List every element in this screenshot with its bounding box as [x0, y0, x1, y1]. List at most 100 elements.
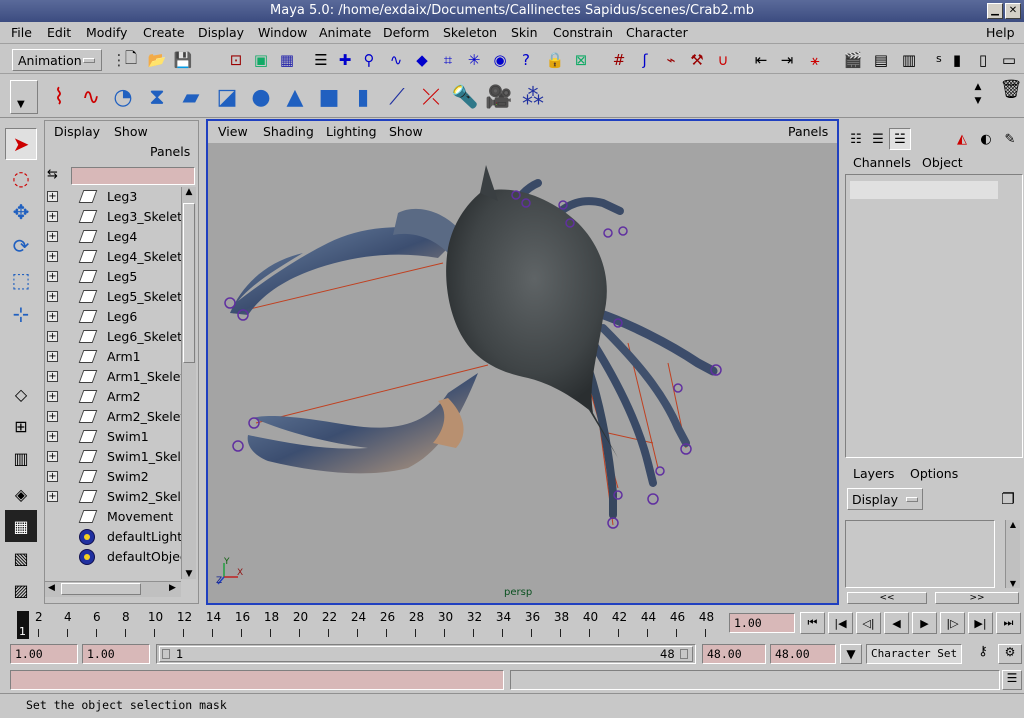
ipr-render-icon[interactable]: ▤ — [870, 49, 892, 71]
auto-key-icon[interactable]: ⚷ — [970, 644, 996, 664]
move-tool-icon[interactable]: ✥ — [5, 196, 37, 228]
animation-start-field[interactable]: 1.00 — [10, 644, 78, 664]
shelf-joint-tool-icon[interactable]: ⟋ — [382, 82, 412, 112]
perspective-viewport[interactable]: View Shading Lighting Show Panels Y X Z … — [206, 119, 839, 605]
viewport-menu-lighting[interactable]: Lighting — [326, 124, 377, 139]
shelf-revolve-icon[interactable]: ⧗ — [142, 82, 172, 112]
step-back-frame-button[interactable]: ◁| — [856, 612, 881, 634]
persp-hypershade-layout-icon[interactable]: ▧ — [5, 542, 37, 574]
open-scene-icon[interactable]: 📂 — [146, 49, 168, 71]
render-globals-icon[interactable]: ▥ — [898, 49, 920, 71]
snap-point-icon[interactable]: ⌁ — [660, 49, 682, 71]
step-back-key-button[interactable]: |◀ — [828, 612, 853, 634]
new-layer-icon[interactable]: ❐ — [997, 488, 1019, 510]
shelf-planar-icon[interactable]: ◪ — [212, 82, 242, 112]
scroll-down-icon[interactable]: ▼ — [182, 569, 196, 579]
list-item[interactable]: Movement — [45, 507, 181, 527]
outliner-menu-display[interactable]: Display — [54, 124, 100, 139]
range-slider-track[interactable]: 1 48 — [156, 644, 696, 664]
play-forward-button[interactable]: ▶ — [912, 612, 937, 634]
select-tool-icon[interactable]: ➤ — [5, 128, 37, 160]
menu-help[interactable]: Help — [986, 25, 1015, 40]
list-item[interactable]: + Leg6_Skeleton — [45, 327, 181, 347]
scroll-thumb[interactable] — [183, 203, 195, 363]
playback-start-field[interactable]: 1.00 — [82, 644, 150, 664]
layer-next-button[interactable]: >> — [935, 592, 1019, 604]
shelf-spot-light-icon[interactable]: 🔦 — [450, 82, 480, 112]
animation-end-field[interactable]: 48.00 — [770, 644, 836, 664]
persp-graph-editor-layout-icon[interactable]: ▨ — [5, 574, 37, 606]
outliner-vertical-scrollbar[interactable]: ▲ ▼ — [181, 187, 196, 579]
scroll-left-icon[interactable]: ◀ — [48, 583, 55, 593]
shelf-cylinder-icon[interactable]: ▮ — [348, 82, 378, 112]
menu-character[interactable]: Character — [626, 25, 688, 40]
layer-menu-options[interactable]: Options — [910, 466, 958, 481]
close-button[interactable]: ✕ — [1005, 3, 1021, 19]
menu-edit[interactable]: Edit — [47, 25, 71, 40]
shelf-scroll-up-icon[interactable]: ▲ — [970, 80, 986, 94]
lasso-tool-icon[interactable]: ◌ — [5, 162, 37, 194]
current-time-field[interactable]: 1.00 — [729, 613, 795, 633]
expand-icon[interactable]: + — [47, 271, 58, 282]
channel-box-menu-channels[interactable]: Channels — [853, 155, 911, 170]
select-deformations-icon[interactable]: ⌗ — [437, 49, 459, 71]
character-set-menu-icon[interactable]: ▼ — [840, 644, 862, 664]
channel-box-pencil-icon[interactable]: ✎ — [999, 128, 1021, 150]
viewport-menu-panels[interactable]: Panels — [788, 124, 828, 139]
range-start-handle[interactable] — [162, 649, 170, 659]
menu-file[interactable]: File — [11, 25, 32, 40]
snap-grid-icon[interactable]: # — [608, 49, 630, 71]
shelf-cube-icon[interactable]: ■ — [314, 82, 344, 112]
list-item[interactable]: + Swim2_Skeleton — [45, 487, 181, 507]
list-item[interactable]: + Leg3 — [45, 187, 181, 207]
select-curves-icon[interactable]: ∿ — [385, 49, 407, 71]
tool-settings-toggle-icon[interactable]: ▯ — [972, 49, 994, 71]
select-surfaces-icon[interactable]: ◆ — [411, 49, 433, 71]
channel-box-attribute-icon[interactable]: ☰ — [867, 128, 889, 150]
layer-prev-button[interactable]: << — [847, 592, 927, 604]
output-ops-icon[interactable]: ⇥ — [776, 49, 798, 71]
hypershade-layout-icon[interactable]: ▦ — [5, 510, 37, 542]
shelf-ep-curve-icon[interactable]: ∿ — [76, 82, 106, 112]
scroll-down-icon[interactable]: ▼ — [1006, 579, 1020, 588]
list-item[interactable]: + Leg4_Skeleton — [45, 247, 181, 267]
save-scene-icon[interactable]: 💾 — [172, 49, 194, 71]
shelf-particles-icon[interactable]: ⁂ — [518, 82, 548, 112]
outliner-menu-show[interactable]: Show — [114, 124, 148, 139]
outliner-search-field[interactable] — [71, 167, 195, 185]
shelf-sphere-icon[interactable]: ● — [246, 82, 276, 112]
expand-icon[interactable]: + — [47, 251, 58, 262]
step-forward-frame-button[interactable]: |▷ — [940, 612, 965, 634]
outliner-horizontal-scrollbar[interactable]: ◀ ▶ — [45, 581, 181, 597]
new-scene-icon[interactable]: 🗋 — [120, 49, 142, 71]
scroll-thumb[interactable] — [61, 583, 141, 595]
menu-animate[interactable]: Animate — [319, 25, 371, 40]
shelf-camera-icon[interactable]: 🎥 — [484, 82, 514, 112]
select-rendering-icon[interactable]: ◉ — [489, 49, 511, 71]
render-view-icon[interactable]: 🎬 — [842, 49, 864, 71]
list-item[interactable]: + Leg3_Skeleton — [45, 207, 181, 227]
outliner-menu-panels[interactable]: Panels — [150, 144, 190, 159]
list-item[interactable]: + Arm1_Skeleton — [45, 367, 181, 387]
mask-menu-icon[interactable]: ☰ — [310, 49, 332, 71]
shelf-extrude-icon[interactable]: ◔ — [108, 82, 138, 112]
select-by-component-icon[interactable]: ▦ — [276, 49, 298, 71]
shelf-cv-curve-icon[interactable]: ⌇ — [44, 82, 74, 112]
viewport-canvas[interactable]: Y X Z persp — [208, 143, 837, 603]
highlight-selection-icon[interactable]: ⊠ — [570, 49, 592, 71]
single-perspective-layout-icon[interactable]: ◇ — [5, 378, 37, 410]
character-set-field[interactable]: Character Set — [866, 644, 962, 664]
viewport-menu-shading[interactable]: Shading — [263, 124, 314, 139]
layer-display-dropdown[interactable]: Display — [847, 488, 923, 510]
four-view-layout-icon[interactable]: ⊞ — [5, 410, 37, 442]
expand-icon[interactable]: + — [47, 231, 58, 242]
mel-command-input[interactable] — [10, 670, 504, 690]
list-item[interactable]: + Swim1 — [45, 427, 181, 447]
list-item[interactable]: + Leg6 — [45, 307, 181, 327]
shelf-trash-icon[interactable]: 🗑 — [996, 74, 1024, 104]
shelf-ik-handle-icon[interactable]: ⤫ — [416, 82, 446, 112]
expand-icon[interactable]: + — [47, 351, 58, 362]
viewport-menu-show[interactable]: Show — [389, 124, 423, 139]
list-item[interactable]: + Swim1_Skeleton — [45, 447, 181, 467]
expand-icon[interactable]: + — [47, 391, 58, 402]
